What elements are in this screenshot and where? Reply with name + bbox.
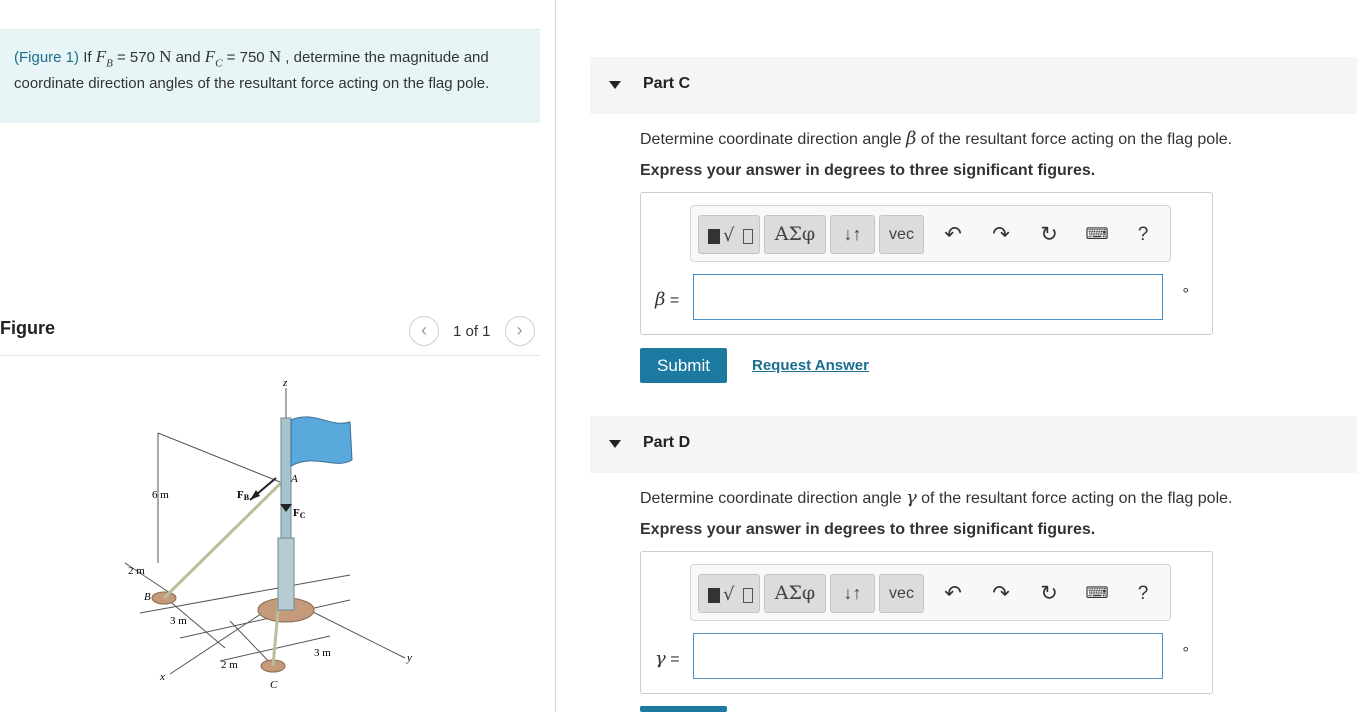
figure-header: Figure ‹ 1 of 1 › <box>0 312 540 356</box>
redo-icon[interactable]: ↷ <box>986 574 1016 613</box>
math-toolbar: √ ΑΣφ ↓↑ vec ↶ ↷ ↻ ⌨ ? <box>690 205 1171 262</box>
part-c-instruction: Express your answer in degrees to three … <box>640 162 1096 179</box>
greek-symbols-button[interactable]: ΑΣφ <box>764 215 826 254</box>
part-c-header[interactable]: Part C <box>590 57 1357 114</box>
y-axis-label: y <box>406 652 412 664</box>
fb-symbol: FB <box>95 47 113 70</box>
dim-3m-label-a: 3 m <box>170 615 187 627</box>
prev-figure-button[interactable]: ‹ <box>409 316 439 346</box>
beta-answer-input[interactable] <box>693 274 1163 320</box>
x-axis-label: x <box>159 671 165 683</box>
submit-button[interactable]: Submit <box>640 348 727 383</box>
fc-value: = 750 <box>222 49 269 66</box>
collapse-caret-icon[interactable] <box>609 440 621 448</box>
pager-count: 1 of 1 <box>453 322 491 340</box>
point-a-label: A <box>290 473 298 485</box>
keyboard-icon[interactable]: ⌨ <box>1082 574 1112 613</box>
part-c-answer-box: √ ΑΣφ ↓↑ vec ↶ ↷ ↻ ⌨ ? β = ∘ <box>640 192 1213 335</box>
reset-icon[interactable]: ↻ <box>1034 574 1064 613</box>
degree-unit: ∘ <box>1181 282 1191 299</box>
redo-icon[interactable]: ↷ <box>986 215 1016 254</box>
next-figure-button[interactable]: › <box>504 316 535 346</box>
part-d-instruction: Express your answer in degrees to three … <box>640 521 1096 538</box>
dim-6m-label: 6 m <box>152 489 169 501</box>
collapse-caret-icon[interactable] <box>609 81 621 89</box>
fb-value: = 570 <box>112 49 160 66</box>
pole-lower-sleeve <box>277 537 295 611</box>
vector-button[interactable]: vec <box>879 215 924 254</box>
cable-b <box>162 476 288 600</box>
fc-unit: N <box>268 47 282 66</box>
force-fb-label: FB <box>237 489 250 502</box>
part-d-answer-box: √ ΑΣφ ↓↑ vec ↶ ↷ ↻ ⌨ ? γ = ∘ <box>640 551 1213 694</box>
problem-pane: (Figure 1) If FB = 570 N and FC = 750 N … <box>0 0 556 712</box>
arrows-button[interactable]: ↓↑ <box>830 574 875 613</box>
force-fc-label: FC <box>293 507 306 520</box>
templates-button[interactable]: √ <box>698 574 760 613</box>
fc-symbol: FC <box>204 47 223 70</box>
undo-icon[interactable]: ↶ <box>938 574 968 613</box>
undo-icon[interactable]: ↶ <box>938 215 968 254</box>
fb-unit: N <box>159 47 172 66</box>
keyboard-icon[interactable]: ⌨ <box>1082 215 1112 254</box>
gamma-answer-input[interactable] <box>693 633 1163 679</box>
dim-3m-label-b: 3 m <box>314 647 331 659</box>
part-d-question: Determine coordinate direction angle γ o… <box>640 487 1233 508</box>
templates-button[interactable]: √ <box>698 215 760 254</box>
height-top-line <box>157 432 291 487</box>
flag-pole-figure: z y x A B C FB FC 6 m 2 m 3 m 2 m 3 m <box>124 378 412 691</box>
chevron-right-icon: › <box>516 320 523 340</box>
greek-symbols-button[interactable]: ΑΣφ <box>764 574 826 613</box>
vector-button[interactable]: vec <box>879 574 924 613</box>
help-button[interactable]: ? <box>1128 574 1158 613</box>
reset-icon[interactable]: ↻ <box>1034 215 1064 254</box>
z-axis-label: z <box>282 378 288 389</box>
problem-text-if: If <box>79 49 96 66</box>
part-d-header[interactable]: Part D <box>590 416 1357 473</box>
dim-2m-label-b: 2 m <box>221 659 238 671</box>
dim-2m-label-a: 2 m <box>128 565 145 577</box>
figure-pager: ‹ 1 of 1 › <box>409 316 535 346</box>
point-c-label: C <box>270 679 278 691</box>
beta-variable-label: β = <box>655 289 680 310</box>
part-d-title: Part D <box>643 434 691 451</box>
figure-link[interactable]: (Figure 1) <box>14 49 79 66</box>
submit-button-partial[interactable] <box>640 706 727 712</box>
part-c-question: Determine coordinate direction angle β o… <box>640 128 1233 149</box>
arrows-button[interactable]: ↓↑ <box>830 215 875 254</box>
math-toolbar: √ ΑΣφ ↓↑ vec ↶ ↷ ↻ ⌨ ? <box>690 564 1171 621</box>
gamma-variable-label: γ = <box>655 648 680 669</box>
flag <box>290 416 353 467</box>
chevron-left-icon: ‹ <box>421 320 427 340</box>
degree-unit: ∘ <box>1181 641 1191 658</box>
help-button[interactable]: ? <box>1128 215 1158 254</box>
part-c-title: Part C <box>643 75 691 92</box>
figure-title: Figure <box>0 318 56 338</box>
problem-text-and: and <box>171 49 205 66</box>
point-b-label: B <box>144 591 151 603</box>
problem-statement: (Figure 1) If FB = 570 N and FC = 750 N … <box>0 29 540 123</box>
request-answer-link[interactable]: Request Answer <box>752 357 869 374</box>
